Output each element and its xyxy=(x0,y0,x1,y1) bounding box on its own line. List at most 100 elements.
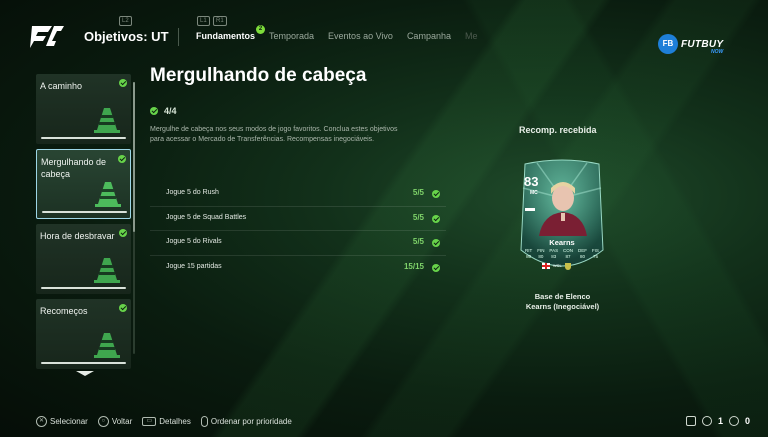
footer-controls: ✕ Selecionar ○ Voltar ▭ Detalhes Ordenar… xyxy=(36,416,292,427)
sidebar-item-label: Mergulhando de cabeça xyxy=(41,157,107,179)
l1-hint-icon: L1 xyxy=(197,16,210,26)
futbuy-badge-icon: FB xyxy=(658,34,678,54)
check-icon xyxy=(432,214,440,223)
progress-bar xyxy=(42,211,127,213)
club-crest-icon xyxy=(565,263,571,270)
action-label: Voltar xyxy=(111,417,133,426)
player-card[interactable]: 83 MC Kearns RIT 80 FIN 80 PAS 83 CON 87 DEF… xyxy=(517,158,607,278)
league-icon: WSL xyxy=(553,263,562,268)
reward-heading: Recomp. recebida xyxy=(519,125,597,135)
tab-eventos-ao-vivo[interactable]: Eventos ao Vivo xyxy=(328,31,393,41)
details-action[interactable]: ▭ Detalhes xyxy=(142,417,191,426)
check-icon xyxy=(118,155,126,163)
tab-badge: 2 xyxy=(256,25,266,34)
select-action[interactable]: ✕ Selecionar xyxy=(36,416,88,427)
tab-label: Campanha xyxy=(406,31,451,41)
notification-icon[interactable] xyxy=(701,416,712,426)
inbox-icon[interactable] xyxy=(685,416,696,426)
check-icon xyxy=(432,239,440,247)
cone-icon xyxy=(94,108,120,133)
card-stats: RIT 80 FIN 80 PAS 83 CON 87 DEF 80 FIS 75 xyxy=(525,248,599,260)
task-row[interactable]: Jogue 5 de Squad Battles 5/5 xyxy=(150,207,446,231)
circle-button-icon: ○ xyxy=(97,416,109,427)
friends-icon[interactable] xyxy=(728,416,739,426)
card-stat: FIS 75 xyxy=(591,248,599,259)
objective-title: Mergulhando de cabeça xyxy=(150,65,367,86)
card-stat: FIN 80 xyxy=(537,248,545,259)
task-row[interactable]: Jogue 5 do Rivals 5/5 xyxy=(150,231,446,256)
check-icon xyxy=(119,79,127,87)
check-icon xyxy=(119,229,127,237)
l2-hint-icon: L2 xyxy=(119,16,132,26)
england-flag-icon xyxy=(542,263,550,269)
tab-label: Me xyxy=(464,31,478,41)
task-progress: 5/5 xyxy=(412,212,424,222)
touchpad-icon: ▭ xyxy=(142,417,157,426)
sidebar-item-recomecos[interactable]: Recomeços xyxy=(36,299,131,369)
sidebar-item-label: A caminho xyxy=(40,81,83,91)
cone-icon xyxy=(94,258,120,283)
tab-fundamentos[interactable]: Fundamentos 2 xyxy=(196,25,266,41)
tab-me[interactable]: Me xyxy=(465,31,478,41)
task-progress: 5/5 xyxy=(412,188,424,197)
check-icon xyxy=(119,304,127,312)
notification-count: 1 xyxy=(717,416,723,426)
action-label: Detalhes xyxy=(159,417,191,426)
sidebar-item-hora-de-desbravar[interactable]: Hora de desbravar xyxy=(36,224,131,294)
back-action[interactable]: ○ Voltar xyxy=(97,416,133,427)
card-rating: 83 xyxy=(524,174,539,189)
friends-count: 0 xyxy=(744,416,750,426)
objective-task-list: Jogue 5 do Rush 5/5 Jogue 5 de Squad Bat… xyxy=(150,182,446,280)
task-progress: 5/5 xyxy=(412,237,424,246)
sidebar-item-mergulhando-de-cabeca[interactable]: Mergulhando de cabeça xyxy=(36,149,131,219)
objective-progress: 4/4 xyxy=(150,106,177,116)
check-icon xyxy=(432,263,440,272)
top-bar: L2 Objetivos: UT L1 R1 Fundamentos 2 Tem… xyxy=(0,0,768,60)
task-progress: 15/15 xyxy=(403,261,424,271)
task-row[interactable]: Jogue 5 do Rush 5/5 xyxy=(150,182,446,207)
reward-caption-line: Base de Elenco xyxy=(534,292,591,301)
progress-bar xyxy=(41,287,126,289)
task-label: Jogue 15 partidas xyxy=(166,262,222,270)
progress-count: 4/4 xyxy=(164,106,177,116)
scroll-down-arrow-icon[interactable] xyxy=(76,371,94,376)
task-label: Jogue 5 do Rivals xyxy=(166,238,222,245)
r1-hint-icon: R1 xyxy=(213,16,227,26)
progress-bar xyxy=(41,137,126,139)
card-stat: RIT 80 xyxy=(525,248,533,259)
reward-caption: Base de Elenco Kearns (Inegociável) xyxy=(495,292,630,312)
futbuy-subtext: NOW xyxy=(711,49,724,55)
fc-logo-icon xyxy=(30,26,64,48)
card-stat: PAS 83 xyxy=(549,248,559,259)
reward-caption-line: Kearns (Inegociável) xyxy=(525,302,600,311)
tab-label: Fundamentos xyxy=(196,31,256,41)
card-position: MC xyxy=(530,190,538,196)
r3-button-icon xyxy=(200,416,208,427)
tab-bar: Fundamentos 2 Temporada Eventos ao Vivo … xyxy=(196,25,478,41)
card-stat: CON 87 xyxy=(563,248,574,259)
sidebar-item-label: Hora de desbravar xyxy=(40,231,115,241)
tab-label: Temporada xyxy=(269,31,315,41)
task-label: Jogue 5 do Rush xyxy=(166,189,219,196)
tab-temporada[interactable]: Temporada xyxy=(269,31,314,41)
action-label: Ordenar por prioridade xyxy=(210,417,292,426)
sidebar-item-a-caminho[interactable]: A caminho xyxy=(36,74,131,144)
sidebar-scrollbar[interactable] xyxy=(133,82,135,354)
task-row[interactable]: Jogue 15 partidas 15/15 xyxy=(150,256,446,281)
futbuy-wordmark: FUTBUY xyxy=(681,38,724,50)
cross-button-icon: ✕ xyxy=(36,416,47,427)
sort-priority-action[interactable]: Ordenar por prioridade xyxy=(200,416,292,427)
action-label: Selecionar xyxy=(50,417,88,426)
task-label: Jogue 5 de Squad Battles xyxy=(166,213,247,221)
objective-description: Mergulhe de cabeça nos seus modos de jog… xyxy=(150,126,398,143)
progress-bar xyxy=(41,362,126,364)
cone-icon xyxy=(95,182,121,207)
card-badges: WSL xyxy=(542,263,571,270)
tab-campanha[interactable]: Campanha xyxy=(407,31,451,41)
scrollbar-thumb[interactable] xyxy=(133,82,135,232)
check-icon xyxy=(150,107,158,115)
page-title: Objetivos: UT xyxy=(84,29,169,44)
tab-label: Eventos ao Vivo xyxy=(328,31,393,41)
status-bar: 1 0 xyxy=(685,416,750,426)
check-icon xyxy=(432,190,440,198)
